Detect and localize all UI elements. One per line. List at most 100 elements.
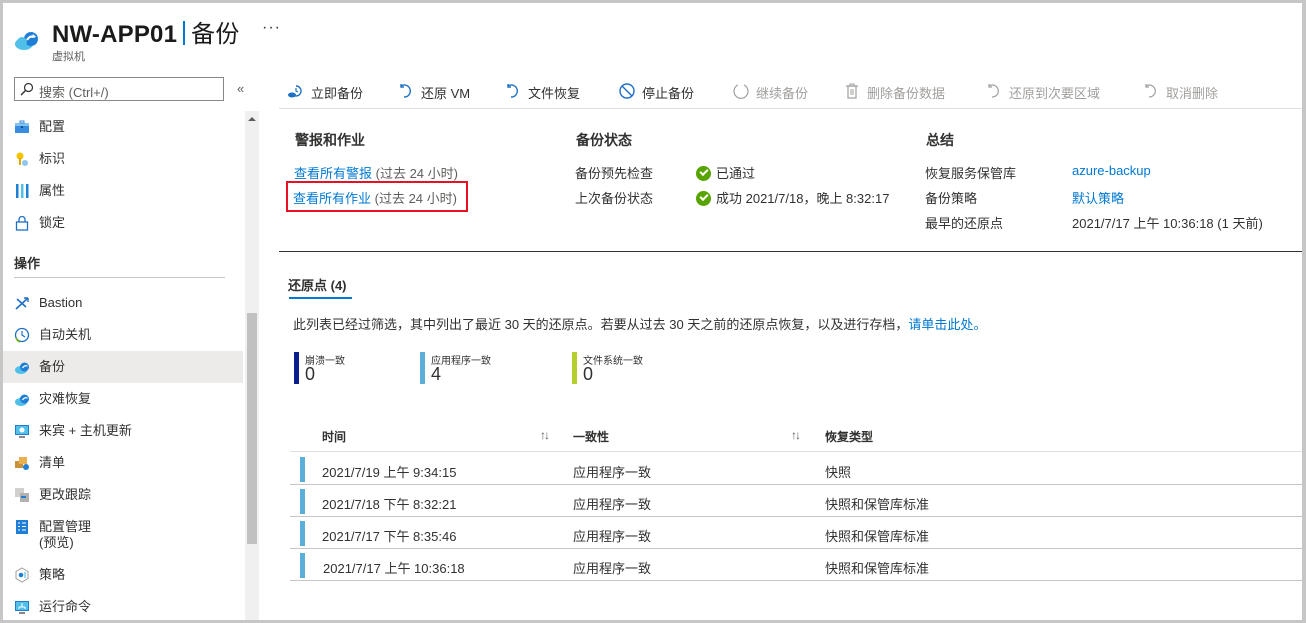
stat-color-bar — [572, 352, 577, 384]
button-label: 还原到次要区域 — [1009, 86, 1101, 101]
column-label: 时间 — [322, 430, 347, 444]
collapse-sidebar-button[interactable]: « — [237, 81, 244, 96]
sidebar-scrollbar[interactable] — [245, 111, 259, 620]
sort-icon[interactable]: ↑↓ — [540, 428, 550, 442]
cell-time: 2021/7/19 上午 9:34:15 — [322, 465, 457, 480]
azure-portal-blade: NW-APP01 备份 ··· 虚拟机 搜索 (Ctrl+/) « 配置 标识 — [3, 3, 1302, 620]
lock-icon — [15, 215, 29, 231]
button-label: 停止备份 — [642, 86, 695, 101]
sidebar-group-operations: 操作 — [14, 256, 41, 271]
stop-icon — [619, 83, 635, 99]
column-label: 一致性 — [573, 430, 610, 444]
sidebar-item-disaster-recovery[interactable]: 灾难恢复 — [3, 383, 243, 415]
search-input[interactable]: 搜索 (Ctrl+/) — [14, 77, 224, 101]
backup-now-icon — [288, 85, 302, 98]
sidebar-item-policies[interactable]: 策略 — [3, 559, 243, 591]
resource-name: NW-APP01 — [52, 21, 178, 48]
sidebar-item-inventory[interactable]: 清单 — [3, 447, 243, 479]
stat-color-bar — [420, 352, 425, 384]
key-icon — [16, 152, 28, 166]
run-command-icon — [15, 601, 29, 614]
restore-secondary-icon — [988, 84, 999, 98]
sidebar-item-configuration-management[interactable]: 配置管理 (预览) — [3, 511, 243, 555]
sidebar-item-label: 灾难恢复 — [39, 391, 92, 406]
sidebar-item-configuration[interactable]: 配置 — [3, 111, 243, 143]
trash-icon — [846, 83, 858, 99]
oldest-restore-point-value: 2021/7/17 上午 10:36:18 (1 天前) — [1072, 216, 1263, 231]
resume-icon — [733, 84, 749, 99]
sort-icon[interactable]: ↑↓ — [791, 428, 801, 442]
tab-restore-points[interactable]: 还原点 (4) — [288, 275, 347, 294]
cell-consistency: 应用程序一致 — [573, 529, 652, 544]
sidebar-item-properties[interactable]: 属性 — [3, 175, 243, 207]
disaster-recovery-cloud-icon — [15, 394, 29, 406]
vault-link[interactable]: azure-backup — [1072, 163, 1151, 178]
column-header-time[interactable]: 时间 ↑↓ — [290, 420, 560, 450]
sidebar-item-locks[interactable]: 锁定 — [3, 207, 243, 239]
restore-points-description: 此列表已经过筛选，其中列出了最近 30 天的还原点。若要从过去 30 天之前的还… — [293, 314, 986, 333]
sidebar-item-run-command[interactable]: 运行命令 — [3, 591, 243, 620]
backup-status-heading: 备份状态 — [576, 132, 632, 148]
table-row[interactable]: 2021/7/19 上午 9:34:15 应用程序一致 快照 — [290, 453, 1302, 485]
sidebar-item-change-tracking[interactable]: 更改跟踪 — [3, 479, 243, 511]
sidebar-item-label: Bastion — [39, 295, 83, 310]
stat-color-bar — [294, 352, 299, 384]
click-here-link[interactable]: 请单击此处。 — [908, 317, 986, 332]
oldest-restore-point-label: 最早的还原点 — [925, 216, 1004, 231]
last-backup-value: 成功 2021/7/18，晚上 8:32:17 — [696, 188, 889, 207]
policy-icon — [15, 567, 29, 583]
command-bar: 立即备份 还原 VM 文件恢复 停止备份 继续备份 删除备份数据 还原到次要区域 — [279, 73, 1302, 109]
properties-bars-icon — [16, 184, 29, 198]
sidebar-item-identity[interactable]: 标识 — [3, 143, 243, 175]
sidebar-item-label: 备份 — [39, 359, 66, 374]
table-row[interactable]: 2021/7/17 下午 8:35:46 应用程序一致 快照和保管库标准 — [290, 517, 1302, 549]
policy-label: 备份策略 — [925, 191, 978, 206]
policy-link[interactable]: 默认策略 — [1072, 188, 1124, 207]
sidebar-item-guest-host-updates[interactable]: 来宾 + 主机更新 — [3, 415, 243, 447]
sidebar-item-label: 自动关机 — [39, 327, 92, 342]
section-divider — [279, 251, 1302, 252]
sidebar-item-bastion[interactable]: Bastion — [3, 287, 243, 319]
config-management-icon — [16, 520, 28, 534]
highlight-box — [286, 181, 468, 212]
view-all-alerts-link[interactable]: 查看所有警报 — [294, 166, 372, 181]
check-circle-icon — [696, 191, 711, 206]
scroll-up-arrow-icon[interactable] — [248, 117, 256, 121]
scrollbar-thumb[interactable] — [247, 313, 257, 544]
cell-recovery-type: 快照和保管库标准 — [825, 529, 930, 544]
sidebar-item-backup[interactable]: 备份 — [3, 351, 243, 383]
stat-value: 0 — [583, 364, 594, 384]
monitor-update-icon — [15, 425, 29, 438]
sidebar-item-label: 更改跟踪 — [39, 487, 92, 502]
button-label: 还原 VM — [421, 86, 471, 101]
cell-recovery-type: 快照 — [825, 465, 852, 480]
inventory-box-icon — [15, 457, 29, 470]
table-row[interactable]: 2021/7/18 下午 8:32:21 应用程序一致 快照和保管库标准 — [290, 485, 1302, 517]
sidebar-item-label: 策略 — [39, 567, 66, 582]
search-placeholder: 搜索 (Ctrl+/) — [39, 85, 109, 100]
row-color-bar — [300, 489, 305, 514]
clock-icon — [14, 327, 30, 343]
blade-header: NW-APP01 备份 ··· 虚拟机 — [3, 3, 1302, 73]
sidebar: 搜索 (Ctrl+/) « 配置 标识 属性 锁定 操作 Bastion 自动关… — [3, 73, 259, 620]
button-label: 文件恢复 — [528, 86, 581, 101]
sidebar-item-label: 配置管理 (预览) — [39, 519, 91, 551]
column-header-recovery-type[interactable]: 恢复类型 — [825, 420, 1025, 450]
sidebar-item-label: 配置 — [39, 119, 66, 134]
row-color-bar — [300, 521, 305, 546]
table-row[interactable]: 2021/7/17 上午 10:36:18 应用程序一致 快照和保管库标准 — [290, 549, 1302, 581]
summary-heading: 总结 — [926, 132, 954, 148]
button-label: 取消删除 — [1166, 86, 1219, 101]
group-divider — [14, 277, 225, 278]
label-line2: (预览) — [39, 535, 74, 550]
cell-consistency: 应用程序一致 — [573, 561, 652, 576]
sidebar-item-auto-shutdown[interactable]: 自动关机 — [3, 319, 243, 351]
row-color-bar — [300, 457, 305, 482]
label-line1: 配置管理 — [39, 519, 92, 534]
precheck-value: 已通过 — [696, 163, 755, 182]
column-label: 恢复类型 — [825, 430, 874, 444]
column-header-consistency[interactable]: 一致性 ↑↓ — [573, 420, 813, 450]
sidebar-item-label: 运行命令 — [39, 599, 92, 614]
button-label: 继续备份 — [756, 86, 809, 101]
more-options-button[interactable]: ··· — [262, 19, 281, 37]
